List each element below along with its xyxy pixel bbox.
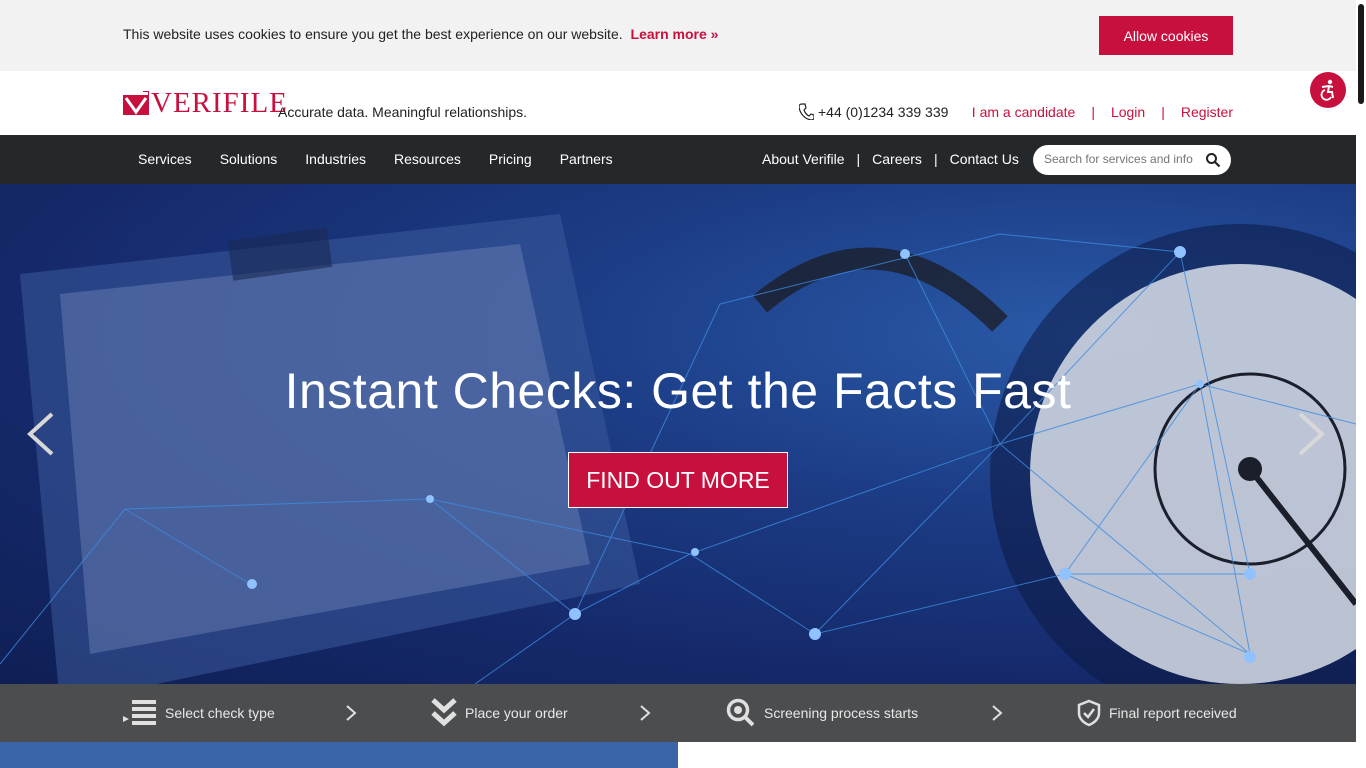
nav-item-industries[interactable]: Industries: [305, 151, 366, 167]
phone-icon: [799, 103, 814, 120]
cookie-message: This website uses cookies to ensure you …: [123, 26, 718, 42]
verifile-logo[interactable]: VERIFILE: [123, 87, 288, 119]
register-link[interactable]: Register: [1181, 104, 1233, 120]
step-place-order[interactable]: Place your order: [431, 684, 568, 742]
nav-item-pricing[interactable]: Pricing: [489, 151, 532, 167]
nav-item-about[interactable]: About Verifile: [762, 151, 845, 167]
list-icon: [123, 700, 156, 725]
cookie-message-text: This website uses cookies to ensure you …: [123, 26, 623, 42]
step-label: Place your order: [465, 705, 568, 721]
secondary-menu: About Verifile | Careers | Contact Us: [762, 151, 1019, 167]
chevron-right-icon: [346, 705, 357, 721]
nav-item-services[interactable]: Services: [138, 151, 192, 167]
double-chevron-down-icon: [431, 698, 457, 727]
chevron-right-icon: [640, 705, 651, 721]
search-input[interactable]: [1044, 152, 1196, 166]
allow-cookies-button[interactable]: Allow cookies: [1099, 16, 1233, 55]
carousel-prev-arrow-icon[interactable]: [24, 410, 56, 458]
link-separator: |: [1091, 104, 1095, 120]
content-panel-right: [678, 742, 1356, 768]
nav-item-careers[interactable]: Careers: [872, 151, 922, 167]
step-label: Final report received: [1109, 705, 1237, 721]
shield-check-icon: [1077, 699, 1101, 727]
main-navigation: Services Solutions Industries Resources …: [0, 135, 1356, 184]
hero-carousel: Instant Checks: Get the Facts Fast FIND …: [0, 184, 1356, 684]
candidate-link[interactable]: I am a candidate: [972, 104, 1076, 120]
step-label: Select check type: [165, 705, 275, 721]
accessibility-button[interactable]: [1310, 72, 1346, 108]
nav-item-partners[interactable]: Partners: [560, 151, 613, 167]
site-header: VERIFILE Accurate data. Meaningful relat…: [0, 71, 1356, 135]
link-separator: |: [1161, 104, 1165, 120]
phone-number-text: +44 (0)1234 339 339: [818, 103, 949, 120]
nav-item-resources[interactable]: Resources: [394, 151, 461, 167]
hero-background-image: [0, 214, 1356, 684]
process-steps-bar: Select check type Place your order Scree…: [0, 684, 1356, 742]
step-screening-starts[interactable]: Screening process starts: [726, 684, 918, 742]
nav-separator: |: [933, 151, 938, 167]
search-icon[interactable]: [1205, 152, 1221, 168]
account-links: I am a candidate | Login | Register: [972, 104, 1233, 120]
chevron-right-icon: [992, 705, 1003, 721]
step-final-report[interactable]: Final report received: [1077, 684, 1237, 742]
verifile-logo-mark-icon: [123, 91, 149, 115]
nav-item-solutions[interactable]: Solutions: [220, 151, 278, 167]
magnifier-icon: [726, 698, 755, 727]
carousel-next-arrow-icon[interactable]: [1296, 410, 1328, 458]
logo-text: VERIFILE: [151, 86, 288, 119]
learn-more-link[interactable]: Learn more »: [631, 26, 719, 42]
phone-number[interactable]: +44 (0)1234 339 339: [799, 103, 948, 120]
nav-item-contact[interactable]: Contact Us: [950, 151, 1019, 167]
primary-menu: Services Solutions Industries Resources …: [138, 151, 613, 167]
nav-separator: |: [856, 151, 861, 167]
tagline: Accurate data. Meaningful relationships.: [278, 104, 528, 120]
step-label: Screening process starts: [764, 705, 919, 721]
cookie-banner: This website uses cookies to ensure you …: [0, 0, 1356, 71]
content-panel-left: [0, 742, 678, 768]
accessibility-icon: [1320, 79, 1334, 101]
scrollbar-thumb[interactable]: [1358, 4, 1364, 104]
login-link[interactable]: Login: [1111, 104, 1145, 120]
page-scrollbar[interactable]: [1356, 0, 1366, 768]
step-select-check-type[interactable]: Select check type: [123, 684, 275, 742]
find-out-more-button[interactable]: FIND OUT MORE: [568, 452, 788, 508]
hero-title: Instant Checks: Get the Facts Fast: [284, 363, 1072, 419]
search-box: [1033, 145, 1231, 175]
